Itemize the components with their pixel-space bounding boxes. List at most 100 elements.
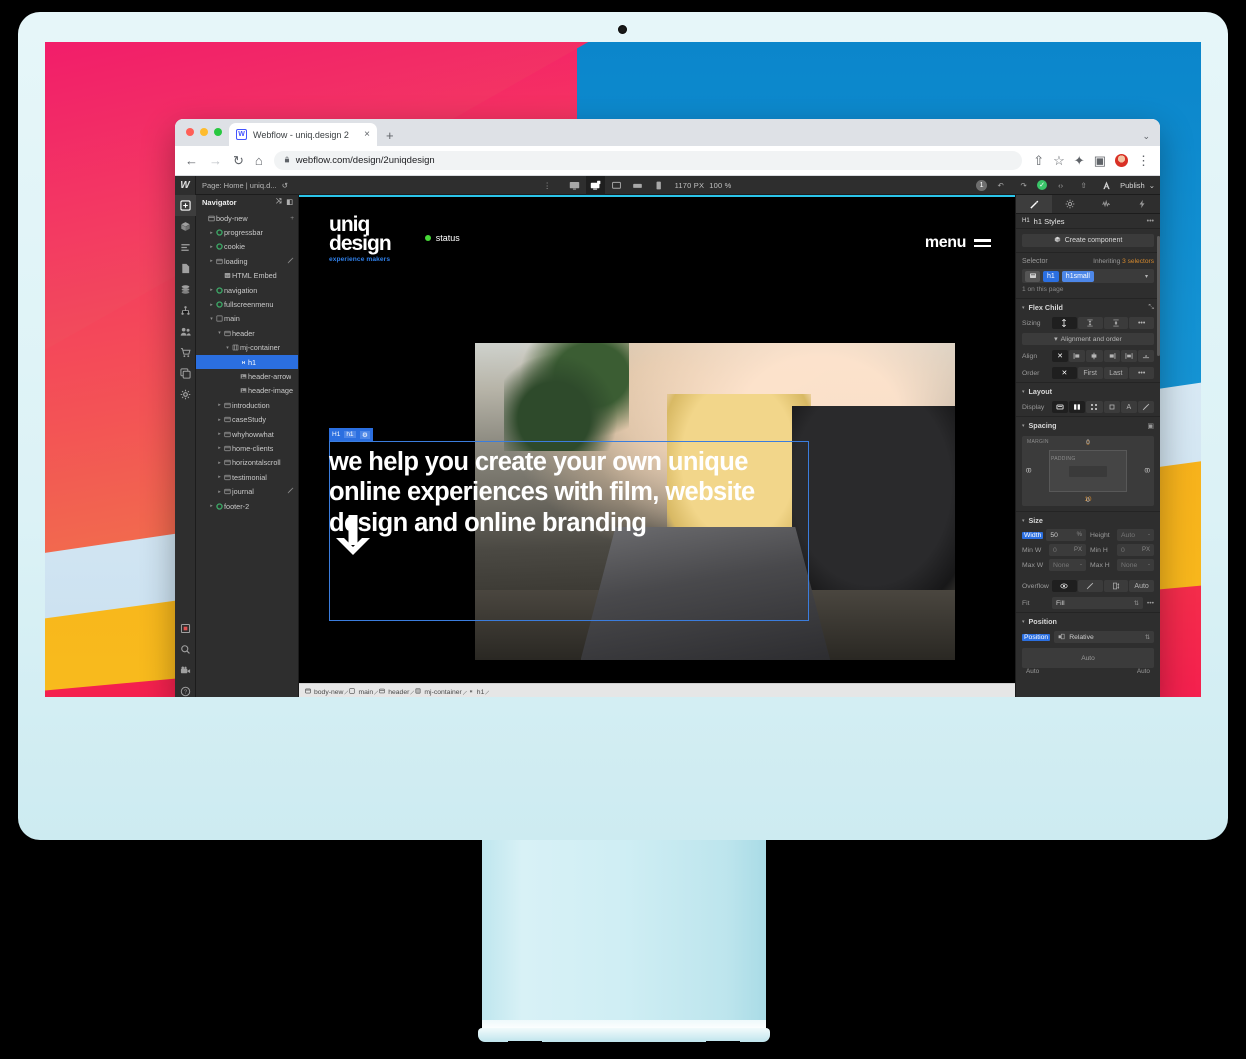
align-stretch-icon[interactable] — [1120, 350, 1137, 362]
selector-chip-combo[interactable]: h1small — [1061, 270, 1094, 282]
navigator-item-whyhowwhat[interactable]: ▸ whyhowwhat — [196, 427, 298, 441]
inheriting-info[interactable]: Inheriting 3 selectors — [1093, 258, 1154, 265]
display-inline-block-icon[interactable] — [1103, 401, 1120, 413]
navigator-item-horizontalscroll[interactable]: ▸ horizontalscroll — [196, 456, 298, 470]
position-label[interactable]: Position — [1022, 633, 1051, 641]
order-none-button[interactable]: ✕ — [1052, 367, 1077, 379]
hidden-eye-icon[interactable] — [287, 487, 294, 496]
overflow-hidden-icon[interactable] — [1077, 580, 1103, 592]
tab-style[interactable] — [1016, 195, 1052, 213]
order-more-icon[interactable]: ••• — [1129, 367, 1154, 379]
disclosure-caret-icon[interactable]: ▸ — [216, 431, 223, 437]
chevron-down-icon[interactable]: ▾ — [1022, 389, 1025, 395]
tab-effects[interactable] — [1124, 195, 1160, 213]
hero-headline[interactable]: we help you create your own unique onlin… — [329, 447, 799, 538]
disclosure-caret-icon[interactable]: ▾ — [224, 345, 231, 351]
align-end-icon[interactable] — [1103, 350, 1120, 362]
close-window-button[interactable] — [186, 128, 194, 136]
breadcrumb-item-main[interactable]: main — [349, 688, 379, 696]
display-none-icon[interactable] — [1137, 401, 1155, 413]
add-panel-icon[interactable] — [175, 195, 196, 216]
history-icon[interactable]: ↺ — [282, 181, 288, 190]
more-icon[interactable]: ⋮ — [538, 176, 557, 195]
more-options-icon[interactable]: ••• — [1147, 218, 1154, 225]
navigator-item-casestudy[interactable]: ▸ caseStudy — [196, 412, 298, 426]
gear-icon[interactable]: ⚙ — [359, 430, 371, 439]
navigator-item-cookie[interactable]: ▸ cookie — [196, 240, 298, 254]
navigator-item-header-arrow[interactable]: header-arrow — [196, 369, 298, 383]
home-icon[interactable]: ⌂ — [255, 154, 263, 167]
navigator-tree[interactable]: body-new + ▸ progressbar ▸ cookie ▸ loading <> HT… — [196, 209, 298, 697]
sizing-grow-icon[interactable] — [1103, 317, 1129, 329]
breadcrumb-item-header[interactable]: header — [379, 688, 415, 696]
disclosure-caret-icon[interactable]: ▾ — [216, 330, 223, 336]
new-tab-icon[interactable]: + — [386, 129, 394, 142]
navigator-item-loading[interactable]: ▸ loading — [196, 254, 298, 268]
align-center-icon[interactable] — [1086, 350, 1103, 362]
layouts-icon[interactable] — [175, 237, 196, 258]
navigator-item-testimonial[interactable]: ▸ testimonial — [196, 470, 298, 484]
tab-settings[interactable] — [1052, 195, 1088, 213]
navigator-item-footer-2[interactable]: ▸ footer-2 — [196, 499, 298, 513]
spacing-link-icon[interactable]: ▣ — [1147, 422, 1154, 430]
align-start-icon[interactable] — [1069, 350, 1086, 362]
maximize-window-button[interactable] — [214, 128, 222, 136]
align-baseline-icon[interactable]: a — [1137, 350, 1155, 362]
assets-icon[interactable] — [175, 363, 196, 384]
minimize-window-button[interactable] — [200, 128, 208, 136]
display-flex-icon[interactable] — [1069, 401, 1086, 413]
header-arrow[interactable] — [333, 515, 373, 562]
extensions-icon[interactable]: ✦ — [1074, 154, 1085, 167]
share-icon[interactable]: ⇧ — [1033, 154, 1044, 167]
section-header-position[interactable]: ▾ Position — [1016, 612, 1160, 629]
navigator-item-header[interactable]: ▾ header — [196, 326, 298, 340]
disclosure-caret-icon[interactable]: ▸ — [208, 302, 215, 308]
panel-toggle-icon[interactable]: ◧ — [286, 198, 293, 206]
fit-more-icon[interactable]: ••• — [1147, 600, 1154, 607]
navigator-item-mj-container[interactable]: ▾ mj-container — [196, 341, 298, 355]
position-select[interactable]: Relative ⇅ — [1054, 631, 1154, 643]
reload-icon[interactable]: ↻ — [233, 154, 244, 167]
sizing-shrink-grow-icon[interactable] — [1052, 317, 1077, 329]
navigator-item-h1[interactable]: Hh1 — [196, 354, 298, 370]
redo-icon[interactable]: ↷ — [1014, 176, 1033, 195]
chevron-down-icon[interactable]: ▾ — [1022, 518, 1025, 524]
h1-selection-badge[interactable]: H1 h1 ⚙ — [329, 428, 374, 441]
position-auto-top[interactable]: Auto — [1081, 655, 1095, 662]
canvas-zoom-label[interactable]: 100 % — [709, 181, 731, 190]
breakpoint-desktop-large-icon[interactable] — [565, 176, 584, 195]
overflow-scroll-icon[interactable] — [1103, 580, 1129, 592]
align-none-icon[interactable]: ✕ — [1052, 350, 1069, 362]
side-panel-icon[interactable]: ▣ — [1094, 154, 1106, 167]
issue-count-badge[interactable]: 1 — [976, 179, 988, 191]
navigator-item-home-clients[interactable]: ▸ home-clients — [196, 441, 298, 455]
breakpoint-desktop-base-icon[interactable] — [585, 175, 605, 195]
chevron-down-icon[interactable]: ▾ — [1022, 305, 1025, 311]
navigator-item-journal[interactable]: ▸ journal — [196, 484, 298, 498]
overflow-visible-icon[interactable] — [1052, 580, 1077, 592]
chevron-down-icon[interactable]: ▾ — [1145, 273, 1151, 280]
cms-icon[interactable] — [175, 279, 196, 300]
disclosure-caret-icon[interactable]: ▸ — [216, 489, 223, 495]
close-tab-icon[interactable]: × — [364, 129, 370, 140]
navigator-item-header-image[interactable]: header-image — [196, 384, 298, 398]
navigator-item-progressbar[interactable]: ▸ progressbar — [196, 225, 298, 239]
tab-interactions[interactable] — [1088, 195, 1124, 213]
breakpoint-mobile-landscape-icon[interactable] — [628, 176, 647, 195]
hamburger-icon[interactable] — [974, 239, 991, 247]
create-component-button[interactable]: Create component — [1022, 234, 1154, 247]
breadcrumb-item-h1[interactable]: Hh1 — [468, 688, 491, 696]
min-height-input[interactable]: 0 PX — [1117, 544, 1154, 556]
disclosure-caret-icon[interactable]: ▸ — [216, 474, 223, 480]
back-icon[interactable]: ← — [185, 154, 198, 167]
breadcrumb[interactable]: body-new main header mj-container Hh1 — [299, 683, 1015, 697]
section-header-size[interactable]: ▾ Size — [1016, 511, 1160, 528]
status-badge[interactable]: status — [424, 233, 460, 243]
audit-icon[interactable] — [175, 618, 196, 639]
section-header-layout[interactable]: ▾ Layout — [1016, 382, 1160, 399]
navigator-item-navigation[interactable]: ▸ navigation — [196, 283, 298, 297]
webflow-logo[interactable]: W — [175, 176, 195, 195]
publish-caret-icon[interactable]: ⌄ — [1149, 181, 1155, 190]
display-inline-icon[interactable]: A — [1120, 401, 1137, 413]
add-child-icon[interactable]: + — [290, 215, 294, 222]
